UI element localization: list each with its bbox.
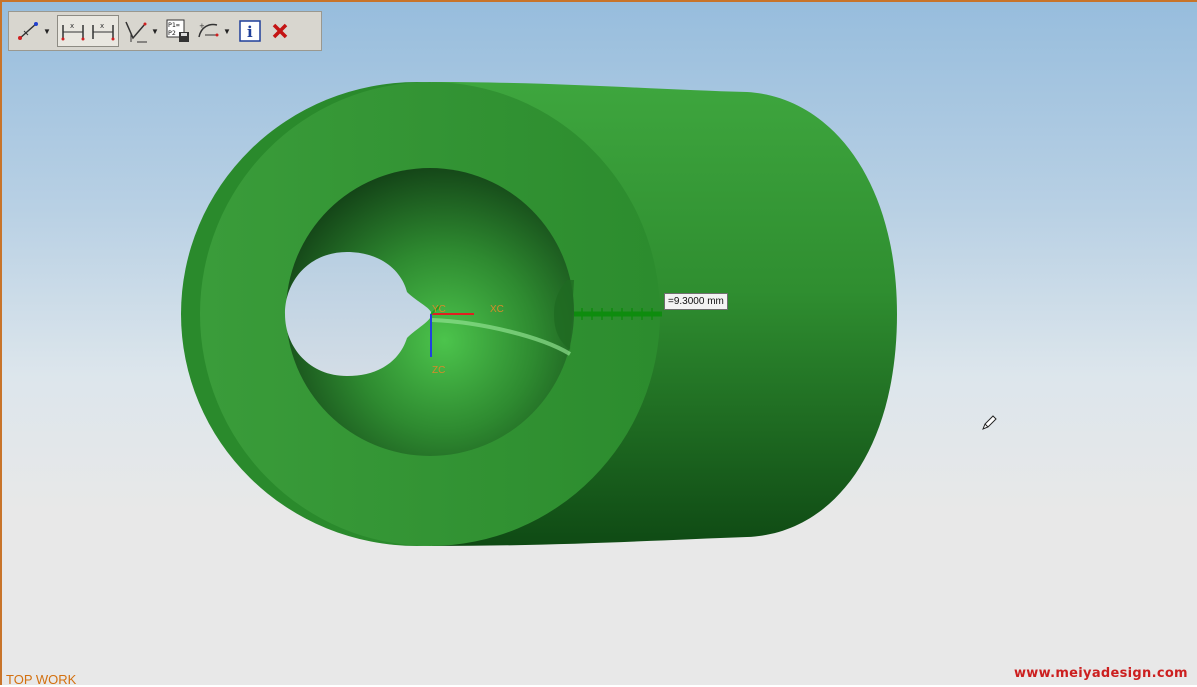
measure-angle-dropdown[interactable]: ▼ [151, 16, 159, 46]
measure-angle-button[interactable] [121, 16, 151, 46]
measure-distance-button[interactable] [13, 16, 43, 46]
svg-text:P1=: P1= [168, 21, 180, 29]
measurement-value-label: =9.3000 mm [664, 293, 728, 310]
pencil-cursor-icon [982, 415, 997, 430]
part-model[interactable] [2, 2, 1197, 687]
measure-distance-icon [18, 22, 38, 40]
measure-projected-distance-icon: x [61, 22, 85, 41]
svg-text:x: x [100, 22, 104, 30]
measure-arc-button[interactable]: + [193, 16, 223, 46]
info-icon: i [239, 20, 261, 42]
axis-label-y: YC [432, 304, 446, 315]
measure-toolbar: ▼ x x ▼ P1= P2 + ▼ i [8, 11, 322, 51]
measure-angle-icon [125, 21, 147, 43]
close-icon [272, 23, 288, 39]
measure-distance-dropdown[interactable]: ▼ [43, 16, 51, 46]
watermark-text: www.meiyadesign.com [1014, 666, 1188, 681]
axis-label-z: ZC [432, 365, 446, 376]
close-button[interactable] [265, 16, 295, 46]
point-to-point-save-icon: P1= P2 [166, 19, 189, 42]
svg-text:i: i [247, 23, 253, 41]
graphics-viewport[interactable]: XC YC ZC =9.3000 mm ▼ x x ▼ P1= P2 + ▼ i… [0, 0, 1197, 687]
measure-screen-distance-icon: x [92, 22, 115, 41]
measure-arc-icon: + [198, 22, 219, 38]
axis-label-x: XC [490, 304, 504, 315]
measure-arc-dropdown[interactable]: ▼ [223, 16, 231, 46]
point-to-point-save-button[interactable]: P1= P2 [163, 16, 193, 46]
measure-screen-distance-button[interactable]: x [88, 16, 118, 46]
svg-text:+: + [199, 22, 205, 30]
info-button[interactable]: i [235, 16, 265, 46]
measure-projected-distance-button[interactable]: x [58, 16, 88, 46]
svg-text:P2: P2 [168, 29, 176, 37]
svg-text:x: x [70, 22, 74, 30]
